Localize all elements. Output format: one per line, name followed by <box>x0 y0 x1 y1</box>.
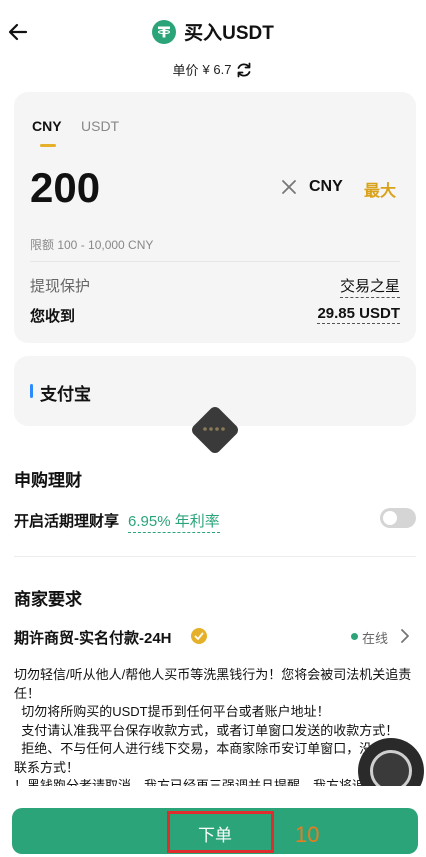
terms-line: 切勿将所购买的USDT提币到任何平台或者账户地址！ <box>14 704 330 719</box>
divider <box>30 261 400 262</box>
receive-value: 29.85 USDT <box>317 305 400 324</box>
terms-line: 切勿轻信/听从他人/帮他人买币等洗黑钱行为！您将会被司法机关追责任！ <box>14 667 412 701</box>
merchant-name[interactable]: 期许商贸-实名付款-24H <box>14 627 172 648</box>
order-amount-card: CNY USDT 200 CNY 最大 限额 100 - 10,000 CNY … <box>14 92 416 343</box>
merchant-terms: 切勿轻信/听从他人/帮他人买币等洗黑钱行为！您将会被司法机关追责任！ 切勿将所购… <box>14 666 418 796</box>
unit-price-row: 单价 ¥ 6.7 <box>0 60 426 79</box>
limit-text: 限额 100 - 10,000 CNY <box>30 238 154 252</box>
earn-toggle[interactable] <box>380 508 416 528</box>
online-status-dot <box>351 633 358 640</box>
protection-label: 提现保护 <box>30 278 91 295</box>
refresh-icon[interactable] <box>235 61 253 79</box>
payment-method-label: 支付宝 <box>40 385 91 404</box>
page-title: 买入USDT <box>184 23 274 44</box>
chevron-right-icon[interactable] <box>398 628 412 644</box>
close-icon[interactable] <box>280 178 298 196</box>
merchant-section-title: 商家要求 <box>14 590 82 609</box>
tether-logo-icon <box>152 19 177 44</box>
price-label: 单价 <box>172 63 199 78</box>
currency-label: CNY <box>309 178 343 195</box>
header: 买入USDT 单价 ¥ 6.7 <box>0 0 426 78</box>
tab-usdt[interactable]: USDT <box>81 118 119 134</box>
toggle-knob <box>383 511 397 525</box>
protection-value[interactable]: 交易之星 <box>339 275 400 298</box>
active-tab-indicator <box>40 144 56 147</box>
earn-rate[interactable]: 6.95% 年利率 <box>128 510 220 533</box>
title-group: 买入USDT <box>0 18 426 45</box>
divider <box>14 556 416 557</box>
price-value: ¥ 6.7 <box>202 62 232 77</box>
annotation-highlight-box <box>167 811 274 853</box>
annotation-step-number: 10 <box>295 822 320 847</box>
tab-cny[interactable]: CNY <box>32 118 62 134</box>
receive-label: 您收到 <box>30 308 76 325</box>
terms-line: 支付请认准我平台保存收款方式，或者订单窗口发送的收款方式！ <box>14 722 399 738</box>
max-button[interactable]: 最大 <box>364 177 396 201</box>
finance-section-title: 申购理财 <box>14 471 82 490</box>
floating-menu-icon[interactable] <box>183 398 247 462</box>
earn-label: 开启活期理财享 <box>14 513 120 530</box>
payment-accent-bar <box>30 384 33 398</box>
amount-input[interactable]: 200 <box>30 164 100 212</box>
verified-badge-icon <box>191 628 207 644</box>
online-status: 在线 <box>362 631 389 646</box>
